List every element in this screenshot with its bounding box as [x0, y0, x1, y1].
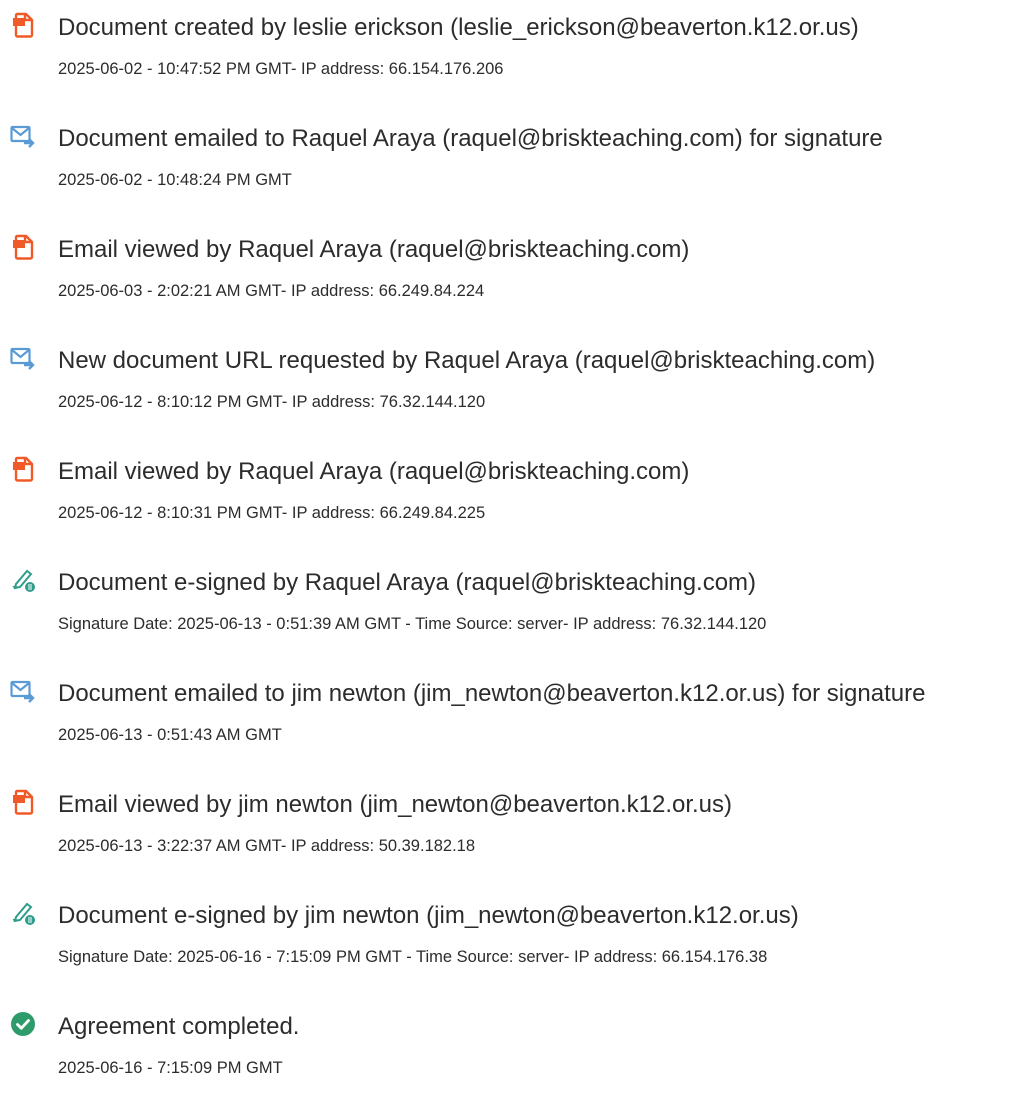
event-title: Email viewed by Raquel Araya (raquel@bri…: [58, 236, 690, 263]
event-row: Document e-signed by jim newton (jim_new…: [0, 900, 1021, 990]
check-circle-icon: [10, 1011, 36, 1037]
event-detail: 2025-06-13 - 3:22:37 AM GMT- IP address:…: [58, 837, 476, 855]
event-row: Document emailed to Raquel Araya (raquel…: [0, 123, 1021, 213]
document-icon: [10, 456, 36, 482]
event-row: New document URL requested by Raquel Ara…: [0, 345, 1021, 435]
pen-sign-icon: [10, 900, 36, 926]
event-row: Email viewed by Raquel Araya (raquel@bri…: [0, 456, 1021, 546]
event-row: Email viewed by jim newton (jim_newton@b…: [0, 789, 1021, 879]
event-title: Email viewed by Raquel Araya (raquel@bri…: [58, 458, 690, 485]
event-row: Document emailed to jim newton (jim_newt…: [0, 678, 1021, 768]
event-title: Document e-signed by Raquel Araya (raque…: [58, 569, 757, 596]
event-title: New document URL requested by Raquel Ara…: [58, 347, 876, 374]
event-detail: 2025-06-02 - 10:47:52 PM GMT- IP address…: [58, 60, 504, 78]
email-icon: [10, 345, 36, 371]
event-detail: Signature Date: 2025-06-13 - 0:51:39 AM …: [58, 615, 767, 633]
event-row: Document e-signed by Raquel Araya (raque…: [0, 567, 1021, 657]
email-icon: [10, 678, 36, 704]
event-row: Document created by leslie erickson (les…: [0, 12, 1021, 102]
event-detail: 2025-06-03 - 2:02:21 AM GMT- IP address:…: [58, 282, 485, 300]
document-icon: [10, 789, 36, 815]
email-icon: [10, 123, 36, 149]
pen-sign-icon: [10, 567, 36, 593]
event-title: Document created by leslie erickson (les…: [58, 14, 859, 41]
document-icon: [10, 12, 36, 38]
event-title: Document e-signed by jim newton (jim_new…: [58, 902, 799, 929]
event-title: Document emailed to jim newton (jim_newt…: [58, 680, 926, 707]
event-detail: Signature Date: 2025-06-16 - 7:15:09 PM …: [58, 948, 768, 966]
document-icon: [10, 234, 36, 260]
event-row: Email viewed by Raquel Araya (raquel@bri…: [0, 234, 1021, 324]
event-detail: 2025-06-13 - 0:51:43 AM GMT: [58, 726, 282, 744]
event-title: Document emailed to Raquel Araya (raquel…: [58, 125, 883, 152]
event-detail: 2025-06-12 - 8:10:31 PM GMT- IP address:…: [58, 504, 486, 522]
event-detail: 2025-06-16 - 7:15:09 PM GMT: [58, 1059, 283, 1077]
event-title: Email viewed by jim newton (jim_newton@b…: [58, 791, 733, 818]
event-row: Agreement completed. 2025-06-16 - 7:15:0…: [0, 1011, 1021, 1101]
event-detail: 2025-06-12 - 8:10:12 PM GMT- IP address:…: [58, 393, 486, 411]
event-detail: 2025-06-02 - 10:48:24 PM GMT: [58, 171, 292, 189]
event-title: Agreement completed.: [58, 1013, 300, 1040]
